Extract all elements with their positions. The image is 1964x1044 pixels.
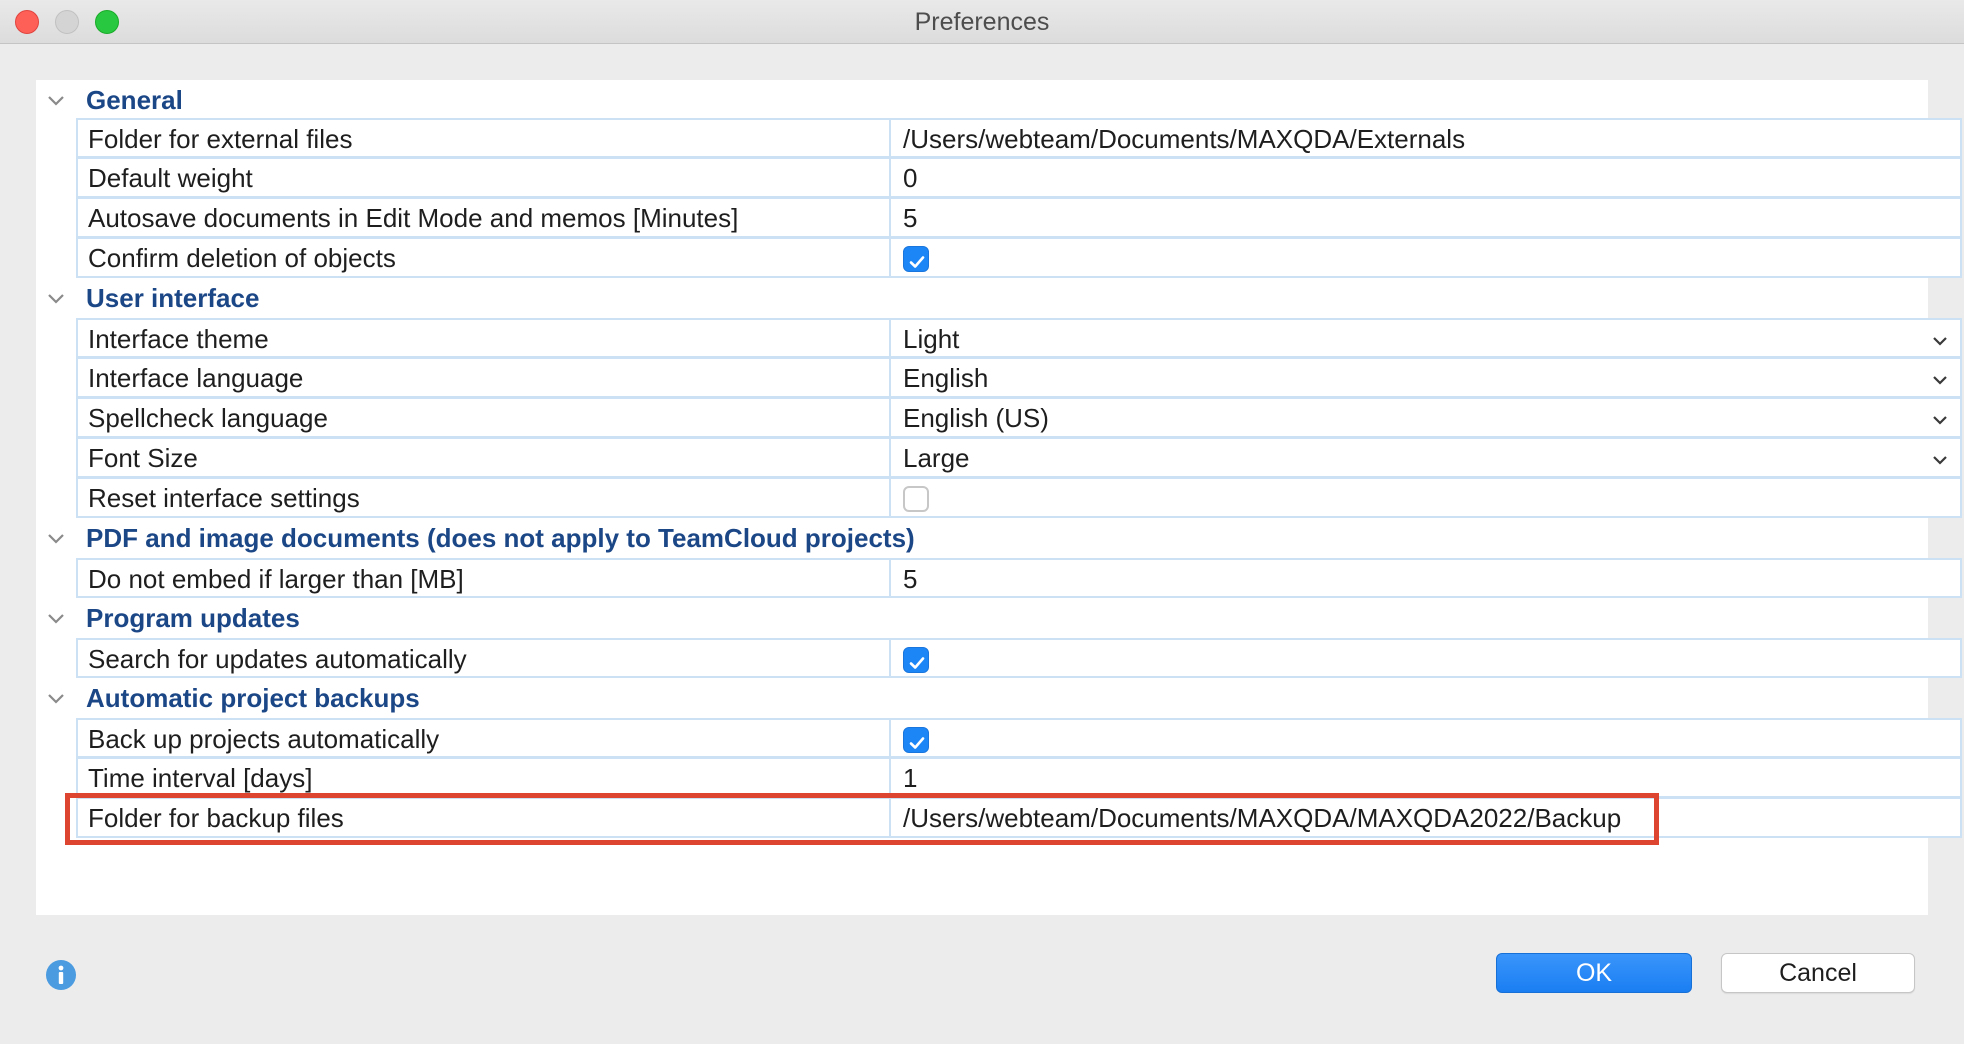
section-title: Automatic project backups [86, 683, 420, 713]
section-title: PDF and image documents (does not apply … [86, 523, 915, 553]
row-time-interval: Time interval [days] 1 [76, 758, 1962, 798]
time-interval-field[interactable]: 1 [893, 759, 1960, 796]
default-weight-field[interactable]: 0 [893, 159, 1960, 196]
title-bar: Preferences [0, 0, 1964, 44]
row-font-size: Font Size Large [76, 438, 1962, 478]
row-label: Font Size [78, 439, 891, 476]
row-label: Search for updates automatically [78, 640, 891, 676]
row-reset-interface: Reset interface settings [76, 478, 1962, 518]
row-embed-limit: Do not embed if larger than [MB] 5 [76, 558, 1962, 598]
section-title: Program updates [86, 603, 300, 633]
checkmark-icon [909, 737, 925, 749]
row-label: Reset interface settings [78, 479, 891, 516]
section-user-interface[interactable]: User interface [36, 278, 1928, 318]
selected-value: English [903, 363, 989, 393]
section-pdf-image-documents[interactable]: PDF and image documents (does not apply … [36, 518, 1928, 558]
preferences-table: General Folder for external files /Users… [36, 80, 1962, 915]
row-label: Interface language [78, 359, 891, 396]
search-updates-checkbox[interactable] [903, 647, 929, 673]
font-size-select[interactable]: Large [893, 439, 1960, 476]
backup-folder-field[interactable]: /Users/webteam/Documents/MAXQDA/MAXQDA20… [893, 799, 1960, 836]
autosave-minutes-field[interactable]: 5 [893, 199, 1960, 236]
preferences-window: Preferences General Folder for external … [0, 0, 1964, 1044]
chevron-down-icon[interactable] [1928, 367, 1952, 391]
row-label: Back up projects automatically [78, 720, 891, 756]
section-title: User interface [86, 283, 260, 313]
selected-value: Light [903, 324, 960, 354]
ok-button[interactable]: OK [1496, 953, 1692, 993]
row-spellcheck-language: Spellcheck language English (US) [76, 398, 1962, 438]
row-folder-external-files: Folder for external files /Users/webteam… [76, 118, 1962, 158]
row-label: Time interval [days] [78, 759, 891, 796]
row-value [893, 640, 1960, 676]
section-title: General [86, 85, 183, 115]
checkmark-icon [909, 256, 925, 268]
row-value [893, 239, 1960, 276]
spellcheck-language-select[interactable]: English (US) [893, 399, 1960, 436]
row-label: Spellcheck language [78, 399, 891, 436]
selected-value: English (US) [903, 403, 1049, 433]
row-label: Folder for external files [78, 120, 891, 156]
row-interface-language: Interface language English [76, 358, 1962, 398]
reset-interface-checkbox[interactable] [903, 486, 929, 512]
chevron-down-icon[interactable] [1928, 407, 1952, 431]
row-value [893, 479, 1960, 516]
embed-limit-field[interactable]: 5 [893, 560, 1960, 596]
row-label: Confirm deletion of objects [78, 239, 891, 276]
row-label: Do not embed if larger than [MB] [78, 560, 891, 596]
external-folder-field[interactable]: /Users/webteam/Documents/MAXQDA/External… [893, 120, 1960, 156]
row-default-weight: Default weight 0 [76, 158, 1962, 198]
row-label: Folder for backup files [78, 799, 891, 836]
section-automatic-backups[interactable]: Automatic project backups [36, 678, 1928, 718]
row-backup-folder: Folder for backup files /Users/webteam/D… [76, 798, 1962, 838]
backup-automatically-checkbox[interactable] [903, 727, 929, 753]
row-label: Interface theme [78, 320, 891, 356]
cancel-button[interactable]: Cancel [1721, 953, 1915, 993]
checkmark-icon [909, 657, 925, 669]
row-backup-automatically: Back up projects automatically [76, 718, 1962, 758]
section-general[interactable]: General [36, 80, 1928, 120]
chevron-down-icon[interactable] [1928, 447, 1952, 471]
row-search-updates: Search for updates automatically [76, 638, 1962, 678]
row-label: Autosave documents in Edit Mode and memo… [78, 199, 891, 236]
row-interface-theme: Interface theme Light [76, 318, 1962, 358]
section-program-updates[interactable]: Program updates [36, 598, 1928, 638]
row-label: Default weight [78, 159, 891, 196]
interface-language-select[interactable]: English [893, 359, 1960, 396]
chevron-down-icon[interactable] [44, 286, 68, 310]
chevron-down-icon[interactable] [44, 526, 68, 550]
selected-value: Large [903, 443, 970, 473]
info-icon[interactable] [45, 959, 77, 991]
window-title: Preferences [914, 8, 1050, 36]
chevron-down-icon[interactable] [1928, 328, 1952, 352]
row-confirm-deletion: Confirm deletion of objects [76, 238, 1962, 278]
confirm-deletion-checkbox[interactable] [903, 246, 929, 272]
row-autosave: Autosave documents in Edit Mode and memo… [76, 198, 1962, 238]
chevron-down-icon[interactable] [44, 606, 68, 630]
chevron-down-icon[interactable] [44, 88, 68, 112]
chevron-down-icon[interactable] [44, 686, 68, 710]
row-value [893, 720, 1960, 756]
interface-theme-select[interactable]: Light [893, 320, 1960, 356]
